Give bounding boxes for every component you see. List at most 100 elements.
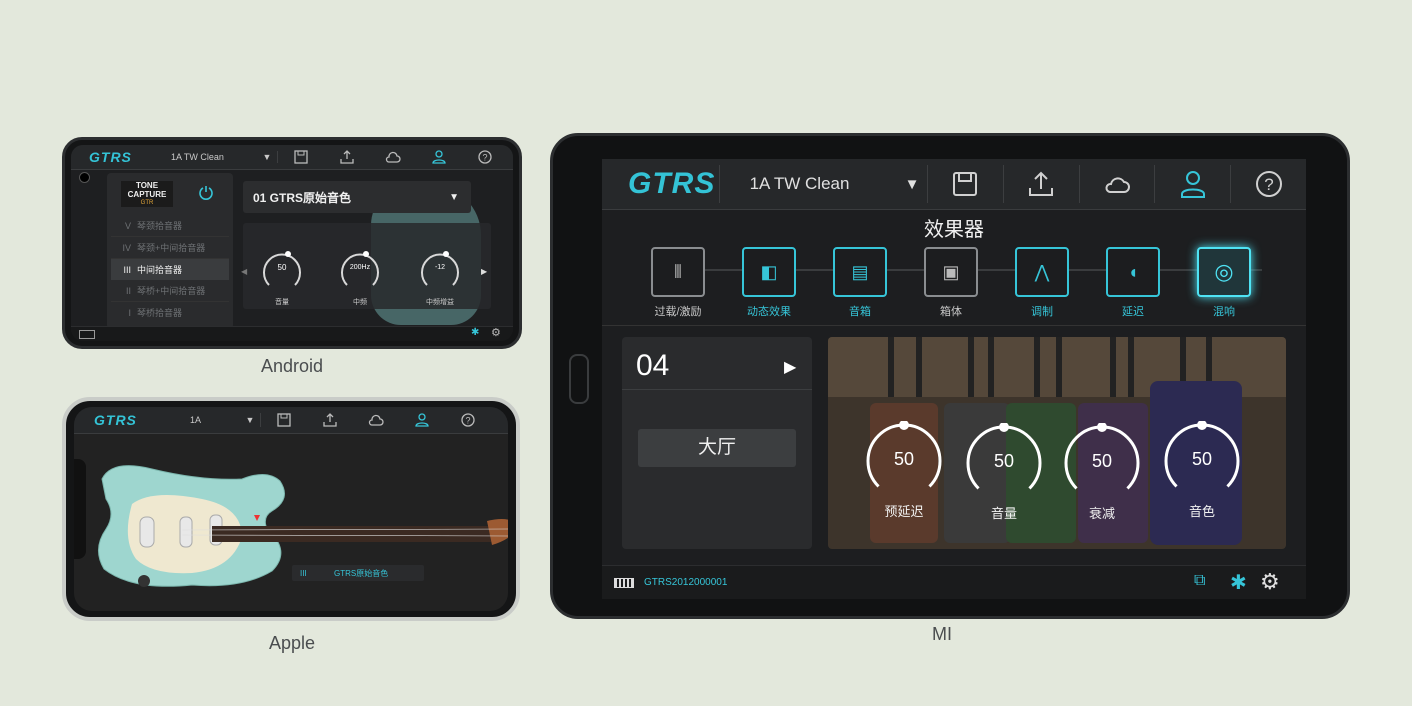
android-statusbar: ✱ ⚙ [71,326,513,341]
cabinet-icon: ▣ [942,261,960,282]
knob-label: 衰减 [1088,506,1115,521]
caret-down-icon[interactable]: ▼ [449,192,459,203]
chevron-left-icon[interactable]: ◀ [241,267,247,276]
amp-icon: ▤ [851,261,869,282]
effect-label: 音箱 [849,306,871,318]
effect-chain: ⦀ 过载/激励 ◧ 动态效果 ▤ 音箱 ▣ 箱体 ⋀ 调制 ◖ 延迟 ◎ 混响 [602,245,1306,326]
gear-icon[interactable]: ⚙ [1260,569,1280,595]
preset-selector[interactable]: 1A TW Clean [750,174,898,194]
effect-label: 箱体 [940,306,962,318]
effect-cabinet-button[interactable]: ▣ [924,247,978,297]
pickup-indicator: III GTRS原始音色 [292,565,424,581]
pedal-scene: 50 预延迟 50 音量 50 衰减 50 音色 [828,337,1286,549]
caption-apple: Apple [268,633,316,653]
chevron-right-icon[interactable]: ▶ [481,267,487,276]
section-title: 效果器 [924,219,984,241]
preset-type-button[interactable]: 大厅 [638,429,796,467]
cloud-icon[interactable] [1080,174,1155,194]
preset-selector[interactable]: 1A [190,415,240,425]
cloud-icon[interactable] [370,151,416,163]
help-icon[interactable]: ? [462,150,508,164]
dynamics-icon: ◧ [760,261,778,282]
knob-indicator [1097,423,1107,432]
user-icon[interactable] [1155,170,1230,198]
pickup-item[interactable]: I 琴桥拾音器 [111,302,229,323]
pickup-panel: TONE CAPTURE GTR V 琴颈拾音器 IV 琴颈+中间拾音器 III 中间… [107,173,233,329]
android-phone: GTRS 1A TW Clean ▼ ? TONE CAPTURE GTR V琴… [62,137,522,349]
power-icon[interactable] [195,181,217,203]
bluetooth-icon[interactable]: ✱ [471,327,479,338]
effect-overdrive-button[interactable]: ⦀ [651,247,705,297]
mi-tablet: GTRS 1A TW Clean ▼ ? 效果器 ⦀ 过载/激励 ◧ 动态效果 … [550,133,1350,619]
home-button[interactable] [569,354,589,404]
pickup-list: V 琴颈拾音器 IV 琴颈+中间拾音器 III 中间拾音器 II 琴桥+中间拾音器 I琴… [111,215,229,323]
knob[interactable]: -12 [417,247,463,293]
android-screen: GTRS 1A TW Clean ▼ ? TONE CAPTURE GTR V琴… [71,145,513,341]
android-topbar: GTRS 1A TW Clean ▼ ? [71,145,513,170]
play-icon[interactable]: ▶ [784,357,796,377]
delay-icon: ◖ [1127,261,1139,282]
save-icon[interactable] [278,150,324,164]
pickup-item[interactable]: V 琴颈拾音器 [111,215,229,237]
effect-label: 延迟 [1122,306,1144,318]
gear-icon[interactable]: ⚙ [491,326,501,339]
effect-reverb-button[interactable]: ◎ [1197,247,1251,297]
cloud-icon[interactable] [353,414,399,426]
effect-modulation-button[interactable]: ⋀ [1015,247,1069,297]
gtrs-logo: GTRS [628,167,716,200]
caption-mi: MI [932,624,952,644]
notch [74,459,86,559]
caret-down-icon[interactable]: ▼ [897,176,927,193]
tuner-icon[interactable]: ⧉ [1194,572,1205,590]
knob[interactable]: 200Hz [337,247,383,293]
save-icon[interactable] [928,171,1003,197]
save-icon[interactable] [261,413,307,427]
knob-indicator [899,421,909,430]
knob-value: 50 [1091,451,1113,471]
tone-preset-dropdown[interactable]: 01 GTRS原始音色 ▼ [243,181,471,213]
effect-amp-button[interactable]: ▤ [833,247,887,297]
mi-topbar: GTRS 1A TW Clean ▼ ? [602,159,1306,210]
pickup-item-selected[interactable]: III 中间拾音器 [111,259,229,280]
knob-value: 50 [893,449,915,469]
caret-down-icon[interactable]: ▼ [257,152,277,162]
device-id: GTRS2012000001 [644,577,728,588]
overdrive-icon: ⦀ [674,261,682,282]
apple-screen: GTRS 1A ▼ ? III GTRS原始音色 [74,407,508,611]
pickup-item[interactable]: II 琴桥+中间拾音器 [111,280,229,302]
battery-icon [79,330,95,339]
knob-label: 中频 [353,299,367,306]
help-icon[interactable]: ? [1231,170,1306,198]
knob-value: -12 [434,264,446,271]
reverb-preset-panel: 04 ▶ 大厅 [622,337,812,549]
effect-label: 过载/激励 [654,306,702,318]
upload-icon[interactable] [324,150,370,164]
pickup-item[interactable]: IV 琴颈+中间拾音器 [111,237,229,259]
svg-text:?: ? [465,416,470,426]
effect-label: 动态效果 [747,306,791,318]
preset-number: 04 [636,349,670,382]
knob-value: 50 [277,263,287,272]
effect-dynamics-button[interactable]: ◧ [742,247,796,297]
bluetooth-icon[interactable]: ✱ [1230,570,1247,595]
apple-phone: GTRS 1A ▼ ? III GTRS原始音色 [62,397,520,621]
knob-label: 音量 [990,506,1017,521]
caption-android: Android [260,356,324,376]
mi-screen: GTRS 1A TW Clean ▼ ? 效果器 ⦀ 过载/激励 ◧ 动态效果 … [602,159,1306,599]
knob-indicator [999,423,1009,432]
gtrs-logo: GTRS [94,412,137,428]
knob[interactable]: 50 [259,247,305,293]
tone-capture-logo: TONE CAPTURE GTR [121,181,173,207]
effect-delay-button[interactable]: ◖ [1106,247,1160,297]
help-icon[interactable]: ? [445,413,491,427]
caret-down-icon[interactable]: ▼ [240,415,260,425]
preset-selector[interactable]: 1A TW Clean [171,152,257,162]
upload-icon[interactable] [1004,171,1079,197]
svg-text:?: ? [1264,175,1273,194]
user-icon[interactable] [399,413,445,427]
knob-label: 预延迟 [884,504,924,519]
user-icon[interactable] [416,150,462,164]
upload-icon[interactable] [307,413,353,427]
apple-topbar: GTRS 1A ▼ ? [74,407,508,434]
knob-label: 音色 [1188,504,1215,519]
